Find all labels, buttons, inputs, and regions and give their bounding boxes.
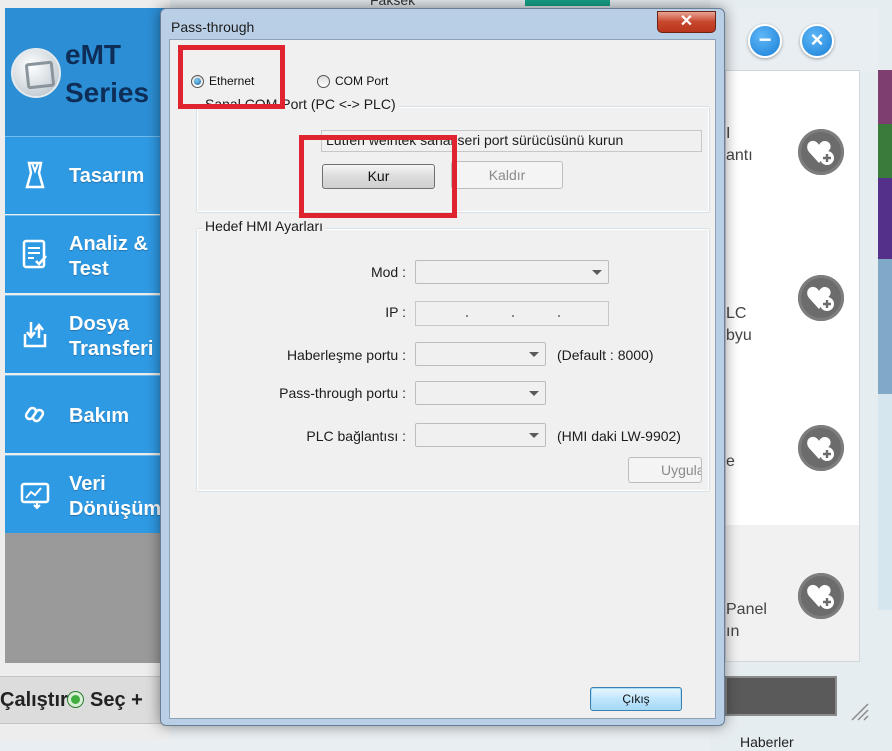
exit-button[interactable]: Çıkış: [590, 687, 682, 711]
favorites-list: I antı LC byu e Panel ın: [725, 70, 860, 662]
design-tool-icon: [25, 161, 45, 189]
minimize-button[interactable]: −: [748, 24, 782, 58]
mode-label: Mod :: [370, 264, 406, 280]
add-favorite-button[interactable]: [798, 573, 844, 619]
chevron-down-icon: [529, 433, 539, 438]
plc-connection-hint: (HMI daki LW-9902): [557, 428, 681, 444]
favorite-card-text: e: [726, 453, 735, 470]
run-button[interactable]: Çalıştır: [0, 689, 68, 712]
brand-title-line2: Series: [65, 77, 150, 108]
remove-button-label: Kaldır: [488, 167, 526, 183]
right-side-panel: − × I antı LC byu e Panel ın Haberler: [710, 0, 892, 751]
ip-separator: [466, 315, 468, 317]
plc-connection-label: PLC bağlantısı :: [306, 428, 406, 444]
heart-plus-icon: [807, 584, 834, 609]
exit-button-label: Çıkış: [622, 692, 650, 706]
radio-unchecked-icon: [317, 74, 330, 88]
nav-label-bakim: Bakım: [69, 405, 130, 427]
emt-logo-icon: [11, 48, 61, 98]
comm-port-select[interactable]: [415, 342, 546, 366]
brand-header: eMT Series: [5, 8, 170, 136]
left-navigation-panel: eMT Series Tasarım Analiz & Test Dosya T…: [0, 0, 170, 740]
nav-item-analiz-test[interactable]: Analiz & Test: [5, 215, 170, 293]
mode-select[interactable]: [415, 260, 609, 284]
background-green-bar: [525, 0, 610, 6]
apply-button-label: Uygula: [661, 462, 702, 478]
select-button[interactable]: Seç +: [90, 689, 143, 712]
maintenance-link-icon: [24, 406, 45, 423]
file-transfer-icon: [23, 322, 47, 348]
left-panel-empty-area: [5, 533, 170, 663]
close-icon: ✕: [679, 13, 694, 30]
heart-plus-icon: [807, 436, 834, 461]
nav-label-analiz-test: Analiz & Test: [69, 233, 148, 280]
favorite-card-text: LC byu: [726, 305, 752, 344]
nav-item-bakim[interactable]: Bakım: [5, 375, 170, 453]
brand-title-line1: eMT: [65, 39, 121, 70]
pass-through-port-select[interactable]: [415, 381, 546, 405]
chevron-down-icon: [529, 352, 539, 357]
checklist-icon: [22, 239, 47, 269]
ethernet-highlight-box: [178, 45, 285, 109]
heart-plus-icon: [807, 286, 834, 311]
plc-connection-select[interactable]: [415, 423, 546, 447]
pass-through-port-label: Pass-through portu :: [279, 385, 406, 401]
desktop-background-edge: [878, 70, 892, 610]
favorite-card: I antı: [726, 71, 859, 209]
ip-separator: [558, 315, 560, 317]
resize-grip-icon[interactable]: [848, 700, 870, 722]
close-app-button[interactable]: ×: [800, 24, 834, 58]
ip-address-field[interactable]: [415, 301, 609, 326]
favorite-card-text: I antı: [726, 125, 753, 164]
pass-through-dialog: Pass-through ✕ Ethernet COM Port Sanal C…: [160, 8, 725, 726]
add-favorite-button[interactable]: [798, 275, 844, 321]
apply-button[interactable]: Uygula: [628, 457, 702, 483]
favorite-card: LC byu: [726, 219, 859, 357]
nav-item-veri-donusum[interactable]: Veri Dönüşüm: [5, 455, 170, 533]
remove-button[interactable]: Kaldır: [451, 161, 563, 189]
com-port-radio-label: COM Port: [335, 74, 389, 88]
comm-port-hint: (Default : 8000): [557, 347, 654, 363]
nav-label-tasarim: Tasarım: [69, 165, 145, 187]
favorite-card-text: Panel ın: [726, 601, 767, 640]
nav-label-veri-donusum: Veri Dönüşüm: [69, 473, 162, 520]
nav-item-tasarim[interactable]: Tasarım: [5, 136, 170, 214]
data-convert-icon: [20, 482, 50, 510]
dialog-close-button[interactable]: ✕: [657, 11, 716, 33]
background-partial-text: Faksek: [370, 0, 416, 8]
heart-plus-icon: [807, 140, 834, 165]
add-favorite-button[interactable]: [798, 425, 844, 471]
ip-label: IP :: [385, 304, 406, 320]
run-status-icon: [68, 692, 83, 707]
com-port-radio[interactable]: COM Port: [317, 72, 388, 90]
dialog-title: Pass-through: [171, 19, 255, 35]
favorite-card: Panel ın: [726, 525, 859, 661]
favorite-card: e: [726, 367, 859, 505]
comm-port-label: Haberleşme portu :: [286, 347, 406, 363]
nav-item-dosya-transferi[interactable]: Dosya Transferi: [5, 295, 170, 373]
ip-separator: [512, 315, 514, 317]
chevron-down-icon: [592, 270, 602, 275]
right-panel-footer-box: [725, 676, 837, 716]
right-panel-header: [710, 8, 878, 72]
install-button-highlight-box: [299, 135, 457, 218]
nav-label-dosya-transferi: Dosya Transferi: [69, 313, 154, 360]
add-favorite-button[interactable]: [798, 129, 844, 175]
brand-title: eMT Series: [65, 36, 149, 112]
chevron-down-icon: [529, 391, 539, 396]
news-link[interactable]: Haberler: [740, 734, 794, 750]
target-hmi-group-title: Hedef HMI Ayarları: [203, 218, 326, 234]
